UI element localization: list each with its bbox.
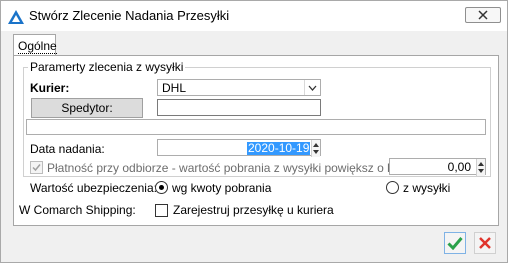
chevron-down-icon[interactable] [304, 80, 320, 95]
checkmark-icon [447, 237, 463, 250]
spedytor-button[interactable]: Spedytor: [31, 98, 143, 118]
wartosc-radio-pobrania[interactable] [155, 181, 168, 194]
wartosc-label: Wartość ubezpieczenia: [30, 181, 157, 195]
title-bar: Stwórz Zlecenie Nadania Przesyłki [1, 1, 507, 31]
notes-input[interactable] [26, 119, 486, 135]
checkmark-icon [32, 164, 41, 172]
data-nadania-input[interactable]: 2020-10-19 [157, 139, 321, 157]
platnosc-amount-value: 0,00 [447, 160, 471, 174]
wartosc-option2-label: z wysyłki [403, 181, 451, 195]
window-close-button[interactable] [465, 7, 501, 23]
spin-down-icon[interactable] [478, 169, 484, 173]
data-nadania-value: 2020-10-19 [247, 141, 311, 155]
close-icon [479, 237, 491, 249]
spedytor-button-label: Spedytor: [61, 101, 113, 115]
data-nadania-label: Data nadania: [30, 142, 105, 156]
platnosc-amount-input[interactable]: 0,00 [389, 158, 486, 176]
date-spinner[interactable] [311, 140, 320, 157]
radio-selected-dot [159, 185, 164, 190]
spin-up-icon[interactable] [313, 143, 319, 147]
spin-up-icon[interactable] [478, 162, 484, 166]
tab-ogolne[interactable]: Ogólne [13, 34, 57, 56]
kurier-select-value: DHL [162, 81, 187, 95]
wartosc-radio-wysylki[interactable] [386, 181, 399, 194]
dialog-window: Stwórz Zlecenie Nadania Przesyłki Ogólne… [0, 0, 508, 263]
wartosc-option1-label: wg kwoty pobrania [172, 181, 272, 195]
amount-spinner[interactable] [476, 159, 485, 176]
shipping-checkbox[interactable] [155, 204, 168, 217]
shipping-checkbox-label: Zarejestruj przesyłkę u kuriera [173, 203, 334, 217]
platnosc-label: Płatność przy odbiorze - wartość pobrani… [47, 161, 422, 175]
kurier-select[interactable]: DHL [157, 79, 321, 96]
window-title: Stwórz Zlecenie Nadania Przesyłki [29, 8, 230, 23]
cancel-button[interactable] [474, 232, 496, 254]
spedytor-input[interactable] [157, 99, 321, 116]
ok-button[interactable] [444, 232, 466, 254]
kurier-label: Kurier: [30, 81, 70, 95]
spin-down-icon[interactable] [313, 150, 319, 154]
parameters-group-legend: Paramerty zlecenia z wysyłki [28, 60, 186, 74]
platnosc-checkbox[interactable] [30, 161, 43, 174]
shipping-label: W Comarch Shipping: [19, 203, 136, 217]
close-icon [478, 10, 488, 20]
comarch-logo-icon [8, 10, 24, 24]
tab-ogolne-label: Ogólne [18, 39, 57, 54]
